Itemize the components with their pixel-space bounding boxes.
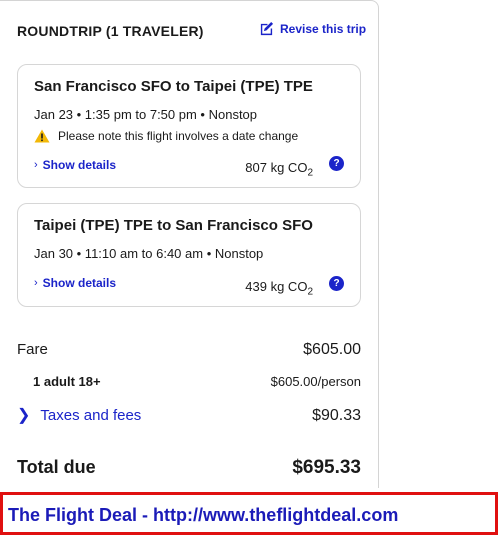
- trip-type-header: ROUNDTRIP (1 TRAVELER): [17, 23, 204, 39]
- warning-icon: [34, 129, 50, 143]
- show-details-button[interactable]: › Show details: [34, 276, 116, 290]
- show-details-label: Show details: [42, 158, 117, 172]
- co2-help-icon[interactable]: ?: [329, 276, 344, 291]
- flight-route: San Francisco SFO to Taipei (TPE) TPE: [34, 78, 313, 95]
- revise-trip-label: Revise this trip: [280, 21, 367, 36]
- fare-amount: $605.00: [303, 341, 361, 358]
- taxes-label: Taxes and fees: [40, 406, 142, 424]
- adult-label: 1 adult 18+: [33, 374, 101, 389]
- banner-text: The Flight Deal - http://www.theflightde…: [8, 505, 399, 525]
- chevron-right-icon: ›: [34, 159, 38, 171]
- trip-summary-panel: ROUNDTRIP (1 TRAVELER) Revise this trip …: [0, 0, 379, 488]
- show-details-button[interactable]: › Show details: [34, 158, 116, 172]
- chevron-right-icon: ❯: [17, 407, 31, 424]
- outbound-flight-card: San Francisco SFO to Taipei (TPE) TPE Ja…: [17, 64, 361, 188]
- adult-fare-row: 1 adult 18+ $605.00/person: [17, 374, 361, 389]
- total-label: Total due: [17, 457, 96, 477]
- fare-label: Fare: [17, 341, 48, 358]
- co2-help-icon[interactable]: ?: [329, 156, 344, 171]
- flight-route: Taipei (TPE) TPE to San Francisco SFO: [34, 217, 313, 234]
- warning-text: Please note this flight involves a date …: [58, 129, 299, 143]
- co2-emissions: 439 kg CO2: [245, 279, 313, 298]
- date-change-warning: Please note this flight involves a date …: [34, 129, 298, 143]
- taxes-amount: $90.33: [312, 407, 361, 424]
- revise-trip-link[interactable]: Revise this trip: [259, 21, 366, 36]
- adult-amount: $605.00/person: [270, 374, 361, 389]
- return-flight-card: Taipei (TPE) TPE to San Francisco SFO Ja…: [17, 203, 361, 307]
- taxes-row: ❯ Taxes and fees $90.33: [17, 405, 361, 425]
- flight-times: Jan 30 • 11:10 am to 6:40 am • Nonstop: [34, 246, 264, 261]
- chevron-right-icon: ›: [34, 277, 38, 289]
- watermark-banner: The Flight Deal - http://www.theflightde…: [0, 492, 498, 535]
- edit-icon: [260, 21, 274, 36]
- fare-row: Fare $605.00: [17, 341, 361, 359]
- taxes-toggle[interactable]: ❯ Taxes and fees: [17, 405, 141, 425]
- flight-times: Jan 23 • 1:35 pm to 7:50 pm • Nonstop: [34, 107, 258, 122]
- co2-emissions: 807 kg CO2: [245, 160, 313, 179]
- total-amount: $695.33: [292, 457, 361, 478]
- show-details-label: Show details: [42, 276, 117, 290]
- total-row: Total due $695.33: [17, 457, 361, 479]
